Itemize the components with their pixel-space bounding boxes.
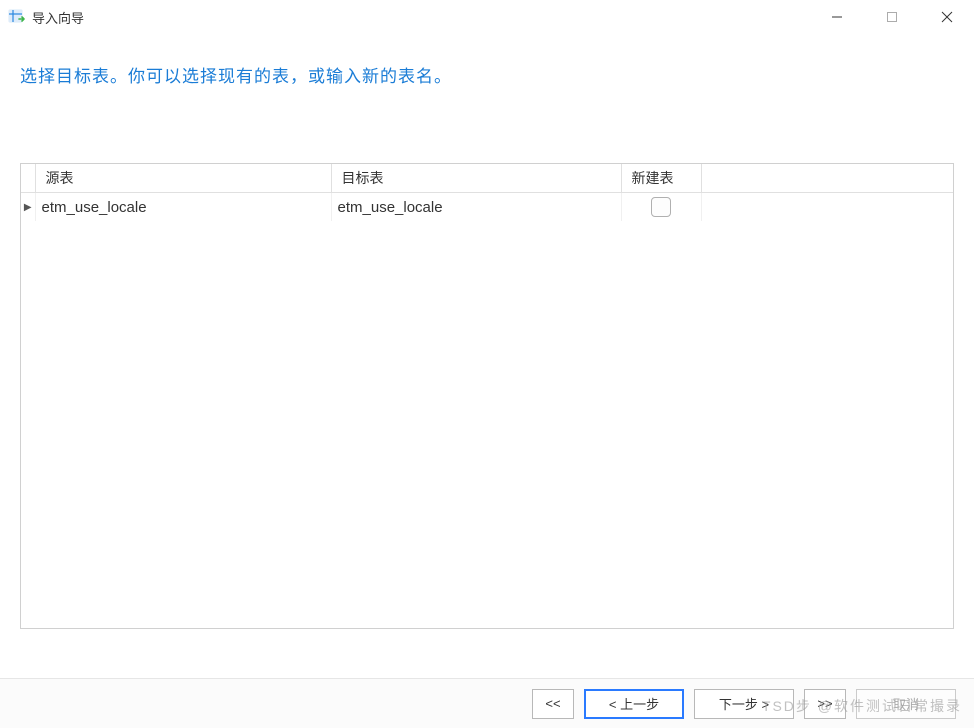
close-button[interactable]	[919, 0, 974, 34]
cell-source[interactable]: etm_use_locale	[35, 193, 331, 222]
table-row[interactable]: ▶ etm_use_locale etm_use_locale	[21, 193, 953, 222]
title-bar: 导入向导	[0, 0, 974, 34]
header-marker	[21, 164, 35, 193]
wizard-footer: << < 上一步 下一步 > >> 取消	[0, 678, 974, 728]
next-button[interactable]: 下一步 >	[694, 689, 794, 719]
prev-button[interactable]: < 上一步	[584, 689, 684, 719]
cell-spacer	[701, 193, 953, 222]
first-button[interactable]: <<	[532, 689, 574, 719]
header-spacer	[701, 164, 953, 193]
minimize-button[interactable]	[809, 0, 864, 34]
instruction-text: 选择目标表。你可以选择现有的表，或输入新的表名。	[20, 62, 954, 87]
new-table-checkbox[interactable]	[651, 197, 671, 217]
window-title: 导入向导	[32, 8, 809, 27]
cancel-button[interactable]: 取消	[856, 689, 956, 719]
header-source[interactable]: 源表	[35, 164, 331, 193]
cell-target[interactable]: etm_use_locale	[331, 193, 621, 222]
header-target[interactable]: 目标表	[331, 164, 621, 193]
maximize-button[interactable]	[864, 0, 919, 34]
mapping-table: 源表 目标表 新建表 ▶ etm_use_locale etm_use_loca…	[20, 163, 954, 629]
window-controls	[809, 0, 974, 34]
content-area: 选择目标表。你可以选择现有的表，或输入新的表名。 源表 目标表 新建表 ▶ et…	[0, 34, 974, 629]
app-icon	[8, 8, 26, 26]
last-button[interactable]: >>	[804, 689, 846, 719]
header-new[interactable]: 新建表	[621, 164, 701, 193]
cell-new[interactable]	[621, 193, 701, 222]
row-marker-icon: ▶	[21, 193, 35, 222]
